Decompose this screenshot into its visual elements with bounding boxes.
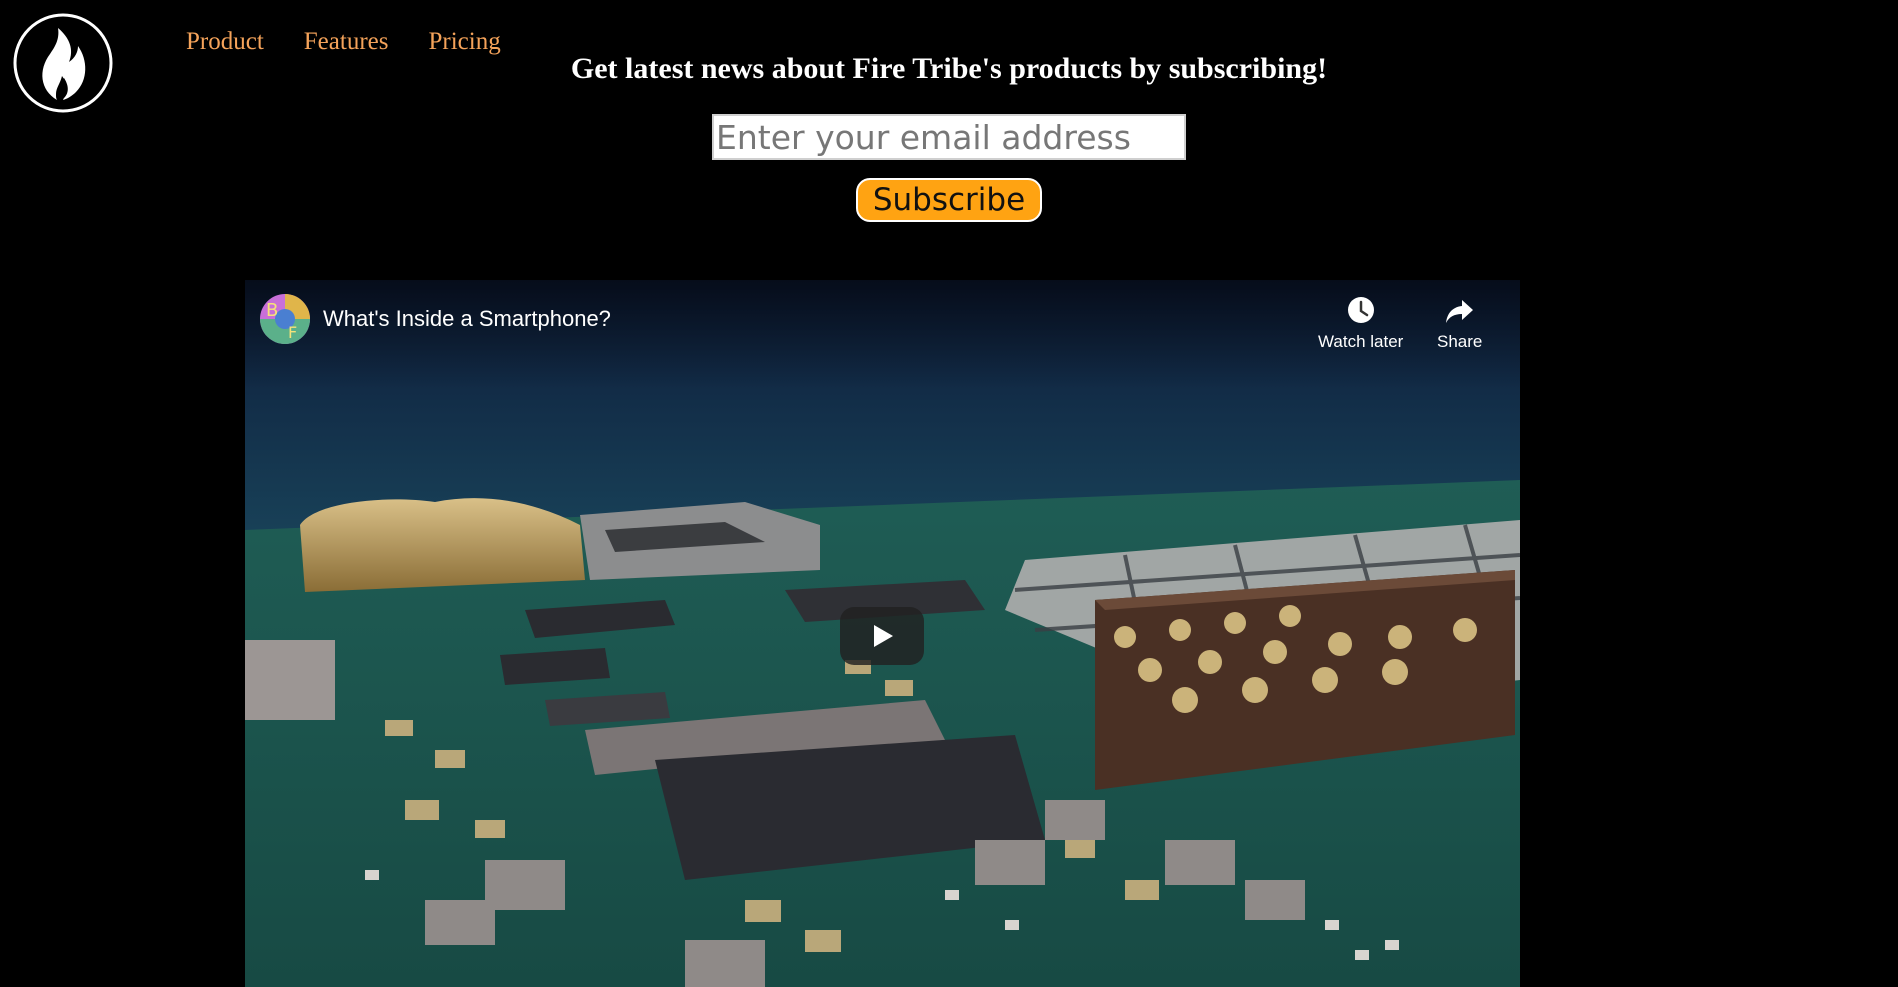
page: Product Features Pricing Get latest news… xyxy=(0,0,1898,987)
channel-avatar-icon[interactable]: B F xyxy=(260,294,310,344)
watch-later-button[interactable]: Watch later xyxy=(1318,292,1403,352)
video-embed[interactable]: B F What's Inside a Smartphone? Watch la… xyxy=(245,280,1520,987)
share-arrow-icon xyxy=(1445,300,1473,323)
play-button[interactable] xyxy=(840,607,924,665)
subscribe-button[interactable]: Subscribe xyxy=(856,178,1042,222)
svg-text:F: F xyxy=(288,323,297,342)
email-input[interactable] xyxy=(712,114,1186,160)
clock-icon xyxy=(1347,297,1374,323)
subscribe-headline: Get latest news about Fire Tribe's produ… xyxy=(570,52,1328,85)
svg-text:B: B xyxy=(266,300,278,321)
share-label: Share xyxy=(1437,332,1483,351)
video-title[interactable]: What's Inside a Smartphone? xyxy=(323,306,611,332)
play-icon xyxy=(874,625,893,647)
watch-later-label: Watch later xyxy=(1318,332,1404,351)
share-button[interactable]: Share xyxy=(1437,292,1482,352)
